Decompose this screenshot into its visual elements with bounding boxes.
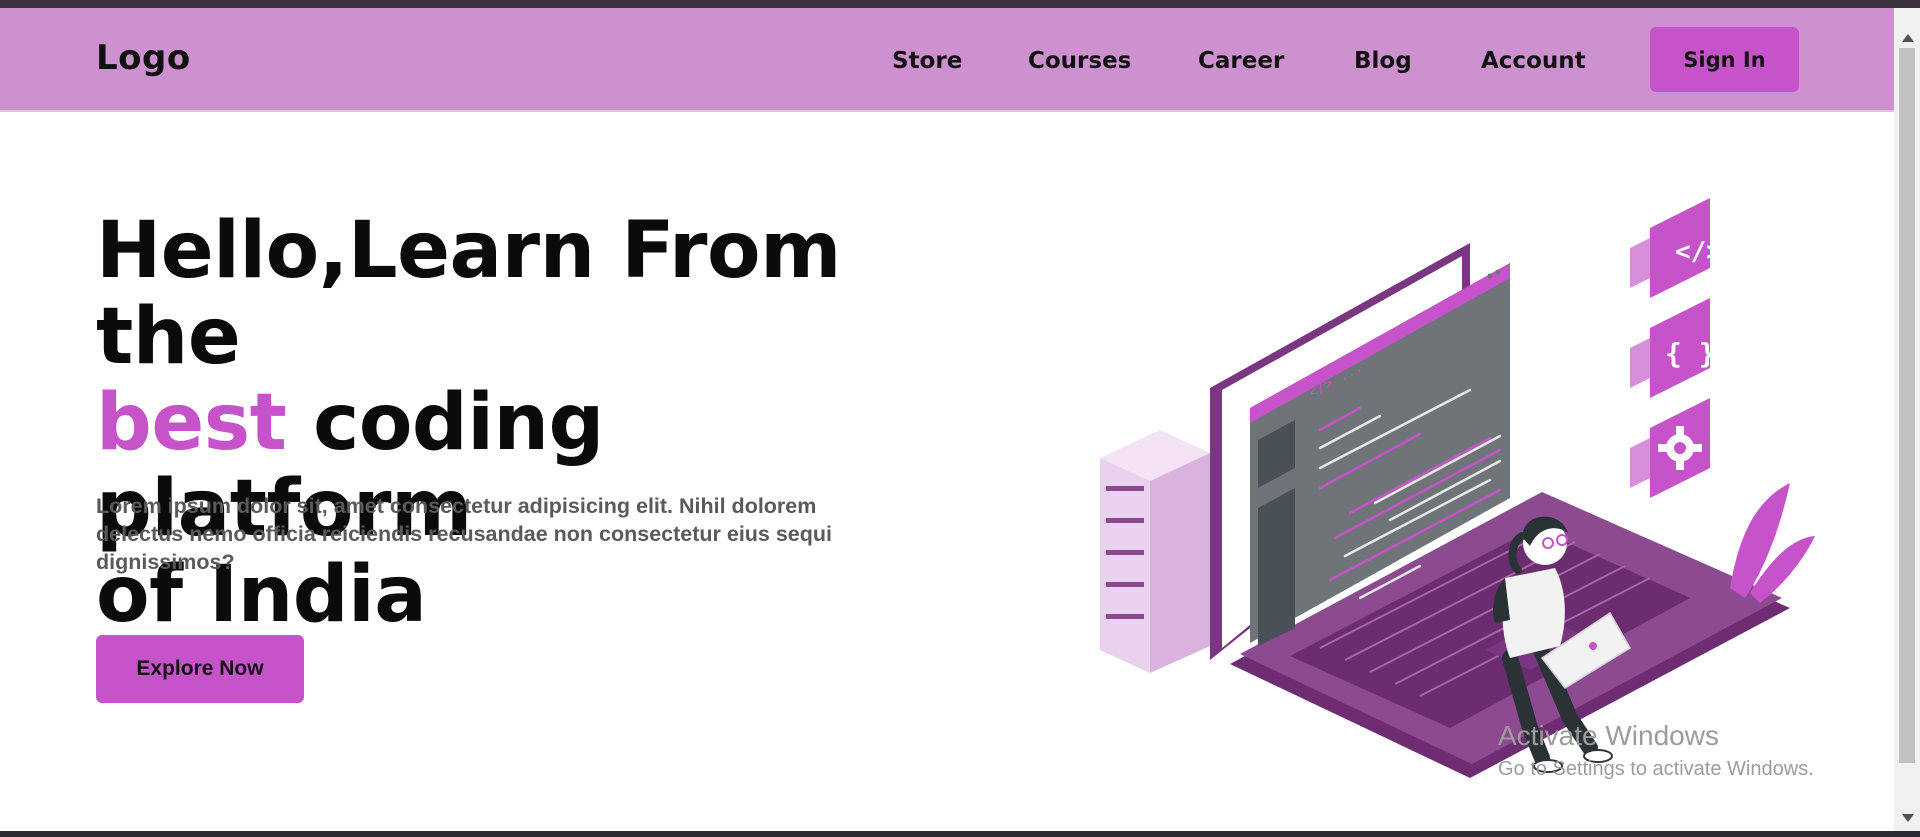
nav-link-store[interactable]: Store [892,48,962,74]
nav-link-courses[interactable]: Courses [1028,48,1131,74]
code-tag-icon: </> [1675,237,1722,267]
nav-link-career[interactable]: Career [1198,48,1284,74]
coding-laptop-illustration: </> ... </> {} [1100,198,1815,778]
sign-in-button[interactable]: Sign In [1650,27,1799,92]
scroll-up-arrow-icon[interactable] [1902,34,1914,42]
vertical-scrollbar[interactable] [1894,8,1920,831]
server-stack-icon [1100,430,1210,673]
logo[interactable]: Logo [96,38,191,78]
scroll-down-arrow-icon[interactable] [1902,814,1914,822]
window-top-border [0,0,1920,8]
navbar: Logo Store Courses Career Blog Account S… [0,8,1894,112]
scroll-thumb[interactable] [1899,48,1915,763]
watermark-subtitle: Go to Settings to activate Windows. [1498,758,1814,780]
landing-page: Logo Store Courses Career Blog Account S… [0,8,1894,831]
code-tag-bubble: </> [1630,198,1722,298]
nav-link-account[interactable]: Account [1481,48,1586,74]
watermark-title: Activate Windows [1498,720,1719,751]
windows-activation-watermark: Activate Windows Go to Settings to activ… [1498,720,1814,781]
headline-accent-word: best [96,378,287,468]
nav-link-blog[interactable]: Blog [1354,48,1412,74]
braces-bubble: { } [1630,298,1716,398]
braces-icon: { } [1665,337,1716,370]
plant-icon [1730,483,1815,603]
hero-description: Lorem ipsum dolor sit, amet consectetur … [96,494,833,574]
settings-bubble [1630,398,1710,498]
headline-line-1: Hello,Learn From the [96,206,841,382]
taskbar-edge [0,831,1920,837]
explore-now-button[interactable]: Explore Now [96,635,304,703]
